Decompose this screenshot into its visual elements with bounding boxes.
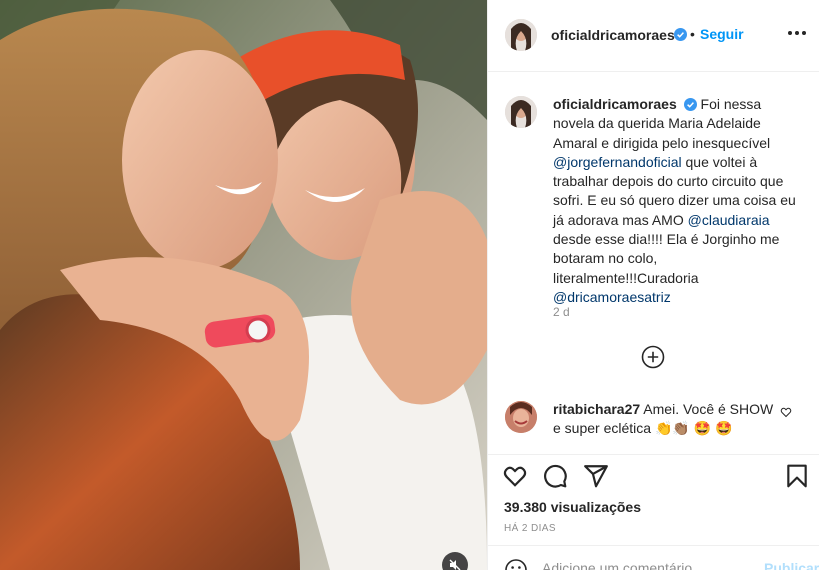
like-comment-heart-icon[interactable] — [780, 406, 792, 418]
commenter-username[interactable]: ritabichara27 — [553, 401, 640, 417]
comment-input[interactable]: Adicione um comentário... — [542, 560, 704, 570]
heart-icon[interactable] — [502, 463, 528, 489]
verified-icon — [683, 98, 697, 111]
post-header: oficialdricamoraes • Seguir — [488, 0, 819, 72]
publish-button[interactable]: Publicar — [764, 560, 819, 570]
caption-text-part-3: desde esse dia!!!! Ela é Jorginho me bot… — [553, 231, 780, 286]
avatar-image — [505, 96, 537, 128]
author-username[interactable]: oficialdricamoraes — [551, 27, 675, 43]
comment-body: ritabichara27 Amei. Você é SHOW e super … — [553, 400, 775, 439]
speaker-muted-icon — [449, 559, 461, 570]
commenter-avatar[interactable] — [505, 401, 537, 433]
avatar-image — [505, 401, 537, 433]
post-date[interactable]: HÁ 2 DIAS — [504, 523, 556, 534]
caption-author-avatar[interactable] — [505, 96, 537, 128]
post-details-panel: oficialdricamoraes • Seguir oficialdrica… — [487, 0, 819, 570]
follow-button[interactable]: Seguir — [700, 26, 744, 42]
comments-section[interactable]: oficialdricamoraes Foi nessa novela da q… — [488, 73, 819, 453]
avatar-image — [505, 19, 537, 51]
more-options-icon[interactable] — [788, 29, 808, 37]
caption-author-username[interactable]: oficialdricamoraes — [553, 96, 677, 112]
post-caption: oficialdricamoraes Foi nessa novela da q… — [553, 95, 798, 307]
verified-icon — [674, 28, 687, 41]
post-actions: 39.380 visualizações HÁ 2 DIAS Adicione … — [488, 454, 819, 570]
mention-link[interactable]: @jorgefernandoficial — [553, 154, 682, 170]
mention-link[interactable]: @claudiaraia — [688, 212, 770, 228]
plus-circle-icon — [641, 345, 665, 369]
verified-badge — [671, 26, 687, 44]
comment-icon[interactable] — [542, 463, 568, 489]
header-separator: • — [690, 26, 695, 42]
smiley-icon[interactable] — [504, 558, 528, 570]
mention-link[interactable]: @dricamoraesatriz — [553, 289, 671, 305]
caption-age[interactable]: 2 d — [553, 305, 570, 319]
video-frame — [0, 0, 487, 570]
load-more-comments-button[interactable] — [641, 345, 665, 369]
add-comment-bar: Adicione um comentário... Publicar — [488, 545, 819, 570]
paper-plane-icon[interactable] — [583, 463, 609, 489]
view-count[interactable]: 39.380 visualizações — [504, 499, 641, 515]
post-video[interactable] — [0, 0, 487, 570]
author-avatar[interactable] — [505, 19, 537, 51]
bookmark-icon[interactable] — [784, 463, 810, 489]
